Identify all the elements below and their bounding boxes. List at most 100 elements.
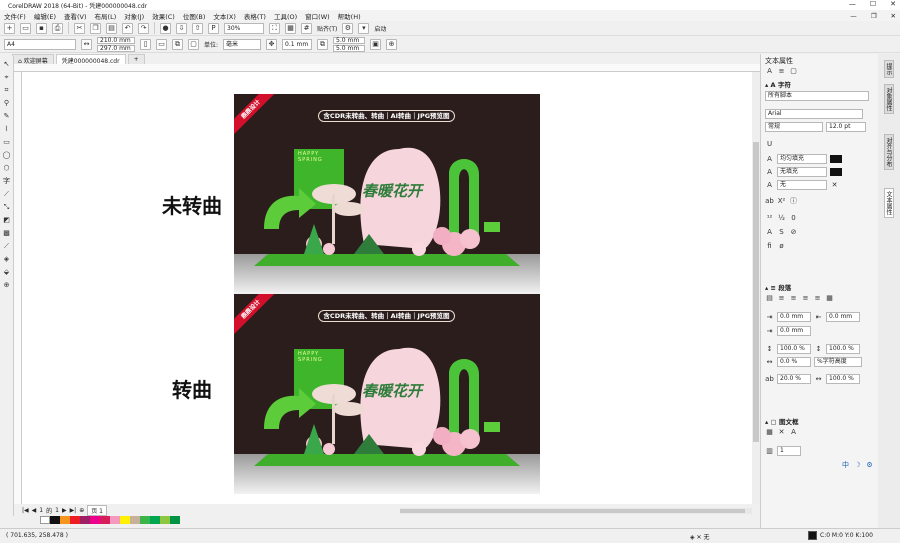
font-select[interactable]: Arial xyxy=(765,109,863,119)
menu-file[interactable]: 文件(F) xyxy=(4,11,26,21)
doc-close-icon[interactable]: ✕ xyxy=(891,12,896,20)
swatch-tan[interactable] xyxy=(130,516,140,524)
fraction-icon[interactable]: ½ xyxy=(777,214,786,223)
transparency-icon[interactable]: ▩ xyxy=(2,228,12,238)
undo-icon[interactable]: ↶ xyxy=(122,22,133,34)
bg-color-swatch[interactable] xyxy=(830,168,842,176)
poster-unconverted[interactable]: 鼎鼎设计 含CDR未转曲、转曲｜AI转曲｜JPG预览图 HAPPY SPRING … xyxy=(234,94,540,294)
last-page-icon[interactable]: ▶| xyxy=(70,507,77,514)
drop-shadow-icon[interactable]: ◩ xyxy=(2,215,12,225)
polygon-tool-icon[interactable]: ⬡ xyxy=(2,163,12,173)
export-icon[interactable]: ⇧ xyxy=(192,22,203,34)
menu-bitmaps[interactable]: 位图(B) xyxy=(183,11,206,21)
maximize-icon[interactable]: ☐ xyxy=(870,0,876,8)
frame-none-icon[interactable]: ✕ xyxy=(777,428,786,437)
import-icon[interactable]: ⇩ xyxy=(176,22,187,34)
doc-minimize-icon[interactable]: — xyxy=(850,12,857,20)
underline-icon[interactable]: U xyxy=(765,140,774,149)
drawing-canvas[interactable]: 未转曲 转曲 鼎鼎设计 含CDR未转曲、转曲｜AI转曲｜JPG预览图 HAPPY… xyxy=(22,72,752,504)
para-spacing-field[interactable]: 100.0 % xyxy=(826,344,860,354)
swatch-pink[interactable] xyxy=(110,516,120,524)
ellipse-tool-icon[interactable]: ◯ xyxy=(2,150,12,160)
para-mode-icon[interactable]: ≡ xyxy=(777,67,786,76)
align-right-icon[interactable]: ≡ xyxy=(801,294,810,303)
menu-view[interactable]: 查看(V) xyxy=(64,11,87,21)
dup-x-field[interactable]: 5.0 mm xyxy=(333,37,366,44)
ime-mode-icon[interactable]: 中 xyxy=(841,461,850,470)
word-spacing-field[interactable]: 20.0 % xyxy=(777,374,811,384)
interactive-fill-icon[interactable]: ◈ xyxy=(2,254,12,264)
prev-page-icon[interactable]: ◀ xyxy=(32,507,37,514)
swatch-forest[interactable] xyxy=(170,516,180,524)
char-mode-icon[interactable]: A xyxy=(765,67,774,76)
options-gear-icon[interactable]: ⚙ xyxy=(342,22,354,34)
dup-y-field[interactable]: 5.0 mm xyxy=(333,45,366,52)
vertical-ruler[interactable] xyxy=(14,72,22,504)
frame-mode-icon[interactable]: ▢ xyxy=(789,67,798,76)
copy-icon[interactable]: ❐ xyxy=(90,22,101,34)
artistic-media-icon[interactable]: ⌇ xyxy=(2,124,12,134)
font-style-select[interactable]: 常规 xyxy=(765,122,823,132)
menu-window[interactable]: 窗口(W) xyxy=(305,11,330,21)
tab-add[interactable]: + xyxy=(127,54,145,64)
swatch-red[interactable] xyxy=(70,516,80,524)
show-grid-icon[interactable]: # xyxy=(301,22,312,34)
add-page-tab-icon[interactable]: ⊕ xyxy=(79,507,84,514)
caps-icon[interactable]: A xyxy=(765,228,774,237)
swatch-green[interactable] xyxy=(140,516,150,524)
horizontal-scrollbar[interactable] xyxy=(400,508,752,514)
spacing-unit-select[interactable]: %字符高度 xyxy=(814,357,862,367)
snap-to-dropdown[interactable]: 贴齐(T) xyxy=(317,24,337,33)
ordinal-icon[interactable]: ¹² xyxy=(765,214,774,223)
menu-help[interactable]: 帮助(H) xyxy=(338,11,361,21)
redo-icon[interactable]: ↷ xyxy=(138,22,149,34)
shape-tool-icon[interactable]: ⌖ xyxy=(2,72,12,82)
add-page-icon[interactable]: ⊕ xyxy=(386,39,398,50)
align-left-icon[interactable]: ≡ xyxy=(777,294,786,303)
smart-fill-icon[interactable]: ⬙ xyxy=(2,267,12,277)
zoom-level-field[interactable]: 30% xyxy=(224,22,264,34)
search-content-icon[interactable]: ● xyxy=(160,22,171,34)
indent-left-field[interactable]: 0.0 mm xyxy=(777,312,811,322)
para-section-header[interactable]: ▴ ≡ 段落 xyxy=(765,282,791,292)
horizontal-ruler[interactable] xyxy=(14,64,760,72)
freehand-tool-icon[interactable]: ✎ xyxy=(2,111,12,121)
outline-color-swatch[interactable] xyxy=(808,531,817,540)
vertical-align-icon[interactable]: A xyxy=(789,428,798,437)
swatch-yellow[interactable] xyxy=(120,516,130,524)
menu-effects[interactable]: 效果(C) xyxy=(152,11,175,21)
cut-icon[interactable]: ✂ xyxy=(74,22,85,34)
swash-icon[interactable]: S xyxy=(777,228,786,237)
bg-fill-select[interactable]: 无填充 xyxy=(777,167,827,177)
next-page-icon[interactable]: ▶ xyxy=(62,507,67,514)
alt-icon[interactable]: ø xyxy=(777,242,786,251)
units-select[interactable]: 毫米 xyxy=(223,39,262,50)
kerning-icon[interactable]: ab xyxy=(765,197,774,206)
outline-x-icon[interactable]: ✕ xyxy=(830,181,839,190)
frame-section-header[interactable]: ▴ ▢ 图文框 xyxy=(765,416,798,426)
swatch-plum[interactable] xyxy=(80,516,90,524)
add-tool-icon[interactable]: ⊕ xyxy=(2,280,12,290)
menu-text[interactable]: 文本(X) xyxy=(213,11,236,21)
poster-converted[interactable]: 鼎鼎设计 含CDR未转曲、转曲｜AI转曲｜JPG预览图 HAPPY SPRING … xyxy=(234,294,540,494)
align-none-icon[interactable]: ▤ xyxy=(765,294,774,303)
swatch-dark-green[interactable] xyxy=(150,516,160,524)
swatch-magenta[interactable] xyxy=(90,516,100,524)
launch-icon[interactable]: ▾ xyxy=(358,22,370,34)
page-size-select[interactable]: A4 xyxy=(4,39,76,50)
eyedropper-icon[interactable]: ⟋ xyxy=(2,241,12,251)
swatch-black[interactable] xyxy=(50,516,60,524)
nudge-distance-field[interactable]: 0.1 mm xyxy=(282,39,313,50)
parallel-dimension-icon[interactable]: ⟋ xyxy=(2,189,12,199)
menu-object[interactable]: 对象(J) xyxy=(124,11,144,21)
style-icon[interactable]: ⊘ xyxy=(789,228,798,237)
zero-icon[interactable]: 0 xyxy=(789,214,798,223)
pick-tool-icon[interactable]: ↖ xyxy=(2,59,12,69)
align-center-icon[interactable]: ≡ xyxy=(789,294,798,303)
portrait-icon[interactable]: ▯ xyxy=(140,39,151,50)
page-1-tab[interactable]: 页 1 xyxy=(87,505,107,516)
columns-field[interactable]: 1 xyxy=(777,446,801,456)
swatch-rose[interactable] xyxy=(100,516,110,524)
menu-edit[interactable]: 编辑(E) xyxy=(34,11,56,21)
align-force-icon[interactable]: ▦ xyxy=(825,294,834,303)
